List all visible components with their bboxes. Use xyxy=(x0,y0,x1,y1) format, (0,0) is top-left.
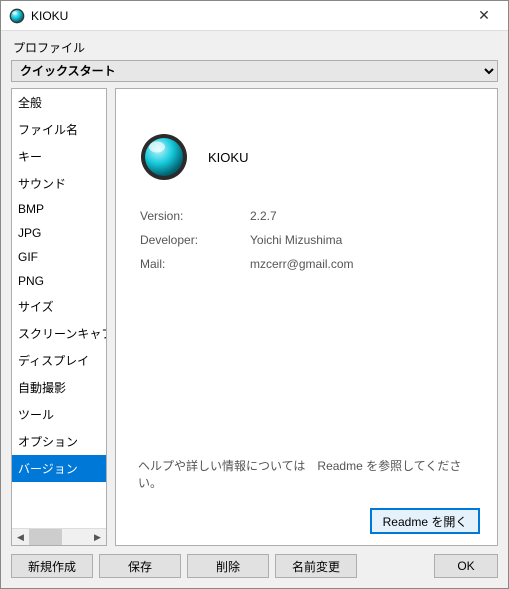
sidebar-item[interactable]: PNG xyxy=(12,269,106,293)
sidebar-item[interactable]: BMP xyxy=(12,197,106,221)
sidebar-item[interactable]: キー xyxy=(12,143,106,170)
sidebar: 全般ファイル名キーサウンド BMP JPG GIF PNG サイズスクリーンキャプチャディ… xyxy=(11,88,107,546)
sidebar-item[interactable]: 自動撮影 xyxy=(12,374,106,401)
sidebar-item[interactable]: バージョン xyxy=(12,455,106,482)
sidebar-item-label: JPG xyxy=(18,226,41,240)
app-name: KIOKU xyxy=(208,150,248,165)
client-area: プロファイル クイックスタート 全般ファイル名キーサウンド BMP JPG GIF PN… xyxy=(1,31,508,588)
sidebar-item-label: ファイル名 xyxy=(18,123,78,137)
sidebar-item[interactable]: サイズ xyxy=(12,293,106,320)
chevron-left-icon: ◀ xyxy=(17,532,24,543)
scroll-thumb[interactable] xyxy=(29,529,62,545)
close-button[interactable]: ✕ xyxy=(464,2,504,30)
sidebar-item[interactable]: ツール xyxy=(12,401,106,428)
info-row: Mail:mzcerr@gmail.com xyxy=(140,257,479,271)
sidebar-item-label: バージョン xyxy=(18,462,78,476)
sidebar-item-label: BMP xyxy=(18,202,44,216)
sidebar-item-label: スクリーンキャプチャ xyxy=(18,327,106,341)
spacer xyxy=(134,281,479,449)
sidebar-item[interactable]: JPG xyxy=(12,221,106,245)
info-row: Developer:Yoichi Mizushima xyxy=(140,233,479,247)
scroll-track[interactable] xyxy=(29,529,89,545)
new-button[interactable]: 新規作成 xyxy=(11,554,93,578)
app-window: KIOKU ✕ プロファイル クイックスタート 全般ファイル名キーサウンド BMP… xyxy=(0,0,509,589)
info-grid: Version:2.2.7Developer:Yoichi MizushimaM… xyxy=(140,209,479,281)
delete-button[interactable]: 削除 xyxy=(187,554,269,578)
body-row: 全般ファイル名キーサウンド BMP JPG GIF PNG サイズスクリーンキャプチャディ… xyxy=(11,88,498,546)
info-label: Mail: xyxy=(140,257,250,271)
sidebar-item[interactable]: オプション xyxy=(12,428,106,455)
sidebar-list[interactable]: 全般ファイル名キーサウンド BMP JPG GIF PNG サイズスクリーンキャプチャディ… xyxy=(12,89,106,528)
sidebar-item-label: オプション xyxy=(18,435,78,449)
sidebar-item-label: サウンド xyxy=(18,177,66,191)
content-panel: KIOKU Version:2.2.7Developer:Yoichi Mizu… xyxy=(115,88,498,546)
scroll-right-button[interactable]: ▶ xyxy=(89,529,106,545)
profile-select[interactable]: クイックスタート xyxy=(11,60,498,82)
info-label: Version: xyxy=(140,209,250,223)
sidebar-item-label: 自動撮影 xyxy=(18,381,66,395)
info-value: 2.2.7 xyxy=(250,209,277,223)
sidebar-item[interactable]: 全般 xyxy=(12,89,106,116)
sidebar-item-label: サイズ xyxy=(18,300,54,314)
sidebar-item-label: 全般 xyxy=(18,96,42,110)
sidebar-item[interactable]: スクリーンキャプチャ xyxy=(12,320,106,347)
info-label: Developer: xyxy=(140,233,250,247)
sidebar-item-label: ディスプレイ xyxy=(18,354,89,368)
sidebar-item-label: キー xyxy=(18,150,42,164)
sidebar-item[interactable]: サウンド xyxy=(12,170,106,197)
sidebar-item-label: ツール xyxy=(18,408,54,422)
sidebar-item[interactable]: GIF xyxy=(12,245,106,269)
chevron-right-icon: ▶ xyxy=(94,532,101,543)
footer: 新規作成 保存 削除 名前変更 OK xyxy=(11,554,498,578)
save-button[interactable]: 保存 xyxy=(99,554,181,578)
window-title: KIOKU xyxy=(31,9,464,23)
sidebar-hscrollbar[interactable]: ◀ ▶ xyxy=(12,528,106,545)
rename-button[interactable]: 名前変更 xyxy=(275,554,357,578)
sidebar-item[interactable]: ディスプレイ xyxy=(12,347,106,374)
info-value: mzcerr@gmail.com xyxy=(250,257,354,271)
close-icon: ✕ xyxy=(478,7,490,24)
open-readme-button[interactable]: Readme を開く xyxy=(371,509,479,533)
readme-row: Readme を開く xyxy=(134,509,479,533)
profile-label: プロファイル xyxy=(13,39,498,56)
help-text: ヘルプや詳しい情報については Readme を参照してください。 xyxy=(138,457,479,491)
sidebar-item-label: PNG xyxy=(18,274,44,288)
hero: KIOKU xyxy=(134,133,479,181)
ok-button[interactable]: OK xyxy=(434,554,498,578)
app-icon xyxy=(9,8,25,24)
info-value: Yoichi Mizushima xyxy=(250,233,342,247)
scroll-left-button[interactable]: ◀ xyxy=(12,529,29,545)
sidebar-item[interactable]: ファイル名 xyxy=(12,116,106,143)
info-row: Version:2.2.7 xyxy=(140,209,479,223)
titlebar: KIOKU ✕ xyxy=(1,1,508,31)
sidebar-item-label: GIF xyxy=(18,250,38,264)
app-logo-icon xyxy=(140,133,188,181)
